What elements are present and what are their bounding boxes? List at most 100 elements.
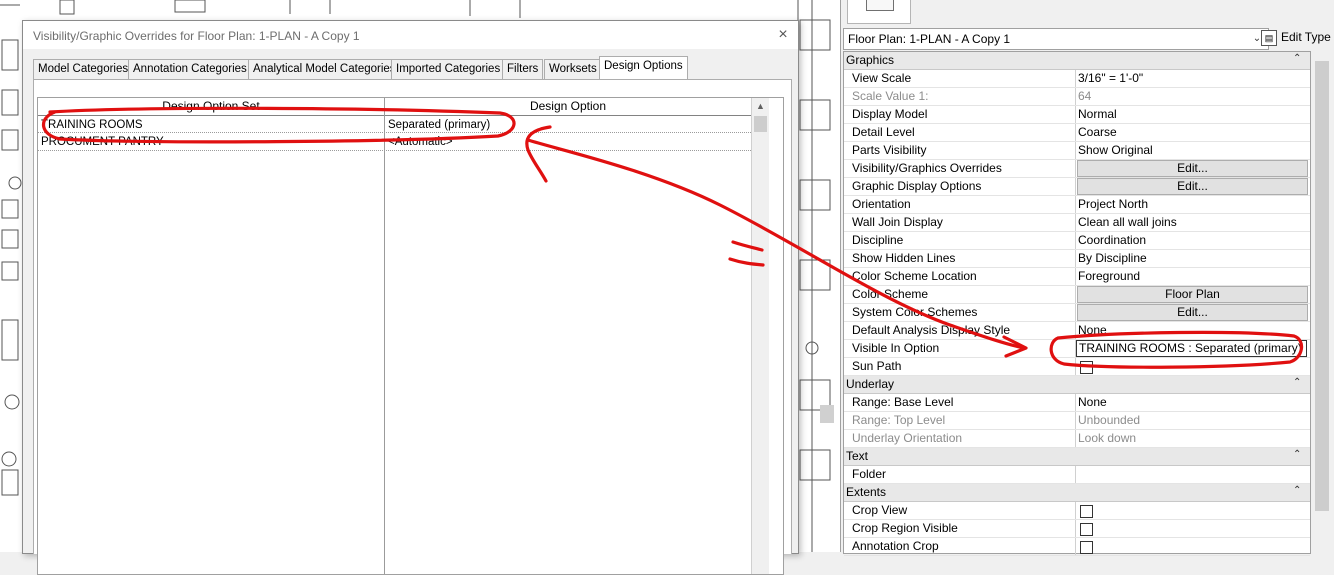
property-name: Detail Level (852, 125, 915, 139)
tab-imported-categories[interactable]: Imported Categories (391, 59, 506, 79)
property-edit-button[interactable]: Edit... (1077, 160, 1308, 177)
property-row-system-color-schemes: System Color Schemes Edit... (844, 304, 1310, 322)
property-edit-button[interactable]: Edit... (1077, 178, 1308, 195)
column-divider (1075, 178, 1076, 195)
column-divider (1075, 358, 1076, 375)
column-divider (1075, 232, 1076, 249)
property-row-discipline: Discipline Coordination (844, 232, 1310, 250)
column-header-design-option[interactable]: Design Option (385, 98, 751, 116)
column-divider (1075, 124, 1076, 141)
property-value[interactable]: 3/16" = 1'-0" (1078, 71, 1143, 85)
property-value[interactable]: None (1078, 323, 1107, 337)
property-value: Look down (1078, 431, 1137, 445)
property-value[interactable]: Coordination (1078, 233, 1146, 247)
property-value[interactable]: None (1078, 395, 1107, 409)
column-divider (1075, 196, 1076, 213)
tab-design-options[interactable]: Design Options (599, 56, 688, 79)
properties-scrollbar[interactable] (1311, 51, 1333, 552)
tab-analytical-model-categories[interactable]: Analytical Model Categories (248, 59, 401, 79)
column-divider (1075, 268, 1076, 285)
table-row-option-cell[interactable]: <Automatic> (388, 134, 748, 151)
collapse-icon[interactable]: ⌃ (1293, 449, 1301, 460)
property-edit-button[interactable]: Edit... (1077, 304, 1308, 321)
property-row-range-base-level: Range: Base Level None (844, 394, 1310, 412)
properties-grid: Graphics ⌃ View Scale 3/16" = 1'-0" Scale Va… (843, 51, 1311, 556)
table-row-option-cell[interactable]: Separated (primary) (388, 117, 748, 134)
property-value[interactable]: By Discipline (1078, 251, 1147, 265)
property-row-annotation-crop: Annotation Crop (844, 538, 1310, 556)
properties-palette: Floor Plan: 1-PLAN - A Copy 1 ⌄ ▤ Edit T… (840, 0, 1334, 556)
column-divider (1075, 538, 1076, 555)
property-name: Scale Value 1: (852, 89, 929, 103)
property-row-underlay-orientation: Underlay Orientation Look down (844, 430, 1310, 448)
property-row-show-hidden-lines: Show Hidden Lines By Discipline (844, 250, 1310, 268)
property-name: View Scale (852, 71, 912, 85)
section-header-extents[interactable]: Extents ⌃ (844, 484, 1310, 502)
property-checkbox[interactable] (1080, 541, 1093, 554)
section-label: Underlay (846, 377, 895, 391)
property-value[interactable]: Clean all wall joins (1078, 215, 1177, 229)
close-icon[interactable]: × (773, 25, 793, 45)
tab-annotation-categories[interactable]: Annotation Categories (128, 59, 252, 79)
property-row-color-scheme-location: Color Scheme Location Foreground (844, 268, 1310, 286)
dialog-titlebar[interactable]: Visibility/Graphic Overrides for Floor P… (23, 21, 798, 49)
property-name: Underlay Orientation (852, 431, 963, 445)
property-value[interactable]: Normal (1078, 107, 1117, 121)
type-selector-dropdown[interactable]: Floor Plan: 1-PLAN - A Copy 1 ⌄ (843, 28, 1269, 50)
tab-model-categories[interactable]: Model Categories (33, 59, 134, 79)
column-divider (1075, 106, 1076, 123)
section-header-underlay[interactable]: Underlay ⌃ (844, 376, 1310, 394)
property-name: Range: Top Level (852, 413, 946, 427)
section-header-text[interactable]: Text ⌃ (844, 448, 1310, 466)
scroll-thumb[interactable] (1315, 61, 1329, 511)
property-name: Wall Join Display (852, 215, 943, 229)
scroll-up-icon[interactable]: ▲ (752, 98, 769, 115)
scroll-thumb[interactable] (754, 116, 767, 132)
property-value[interactable]: Coarse (1078, 125, 1117, 139)
column-divider (1075, 430, 1076, 447)
column-header-design-option-set[interactable]: Design Option Set (38, 98, 384, 116)
property-name: Crop View (852, 503, 908, 517)
property-checkbox[interactable] (1080, 505, 1093, 518)
property-name: Display Model (852, 107, 928, 121)
property-row-view-scale: View Scale 3/16" = 1'-0" (844, 70, 1310, 88)
visibility-graphic-overrides-dialog: Visibility/Graphic Overrides for Floor P… (22, 20, 799, 575)
collapse-icon[interactable]: ⌃ (1293, 485, 1301, 496)
column-divider (384, 98, 385, 574)
edit-type-label: Edit Type (1281, 30, 1331, 44)
tab-filters[interactable]: Filters (502, 59, 544, 79)
collapse-icon[interactable]: ⌃ (1293, 377, 1301, 388)
property-value: Unbounded (1078, 413, 1141, 427)
property-row-display-model: Display Model Normal (844, 106, 1310, 124)
collapse-icon[interactable]: ⌃ (1293, 53, 1301, 64)
table-row-set-cell: PROCUMENT PANTRY (41, 136, 164, 148)
table-row-set-cell: TRAINING ROOMS (41, 119, 143, 131)
column-divider (1075, 70, 1076, 87)
property-name: Orientation (852, 197, 911, 211)
property-checkbox[interactable] (1080, 523, 1093, 536)
tab-worksets[interactable]: Worksets (544, 59, 602, 79)
section-header-graphics[interactable]: Graphics ⌃ (844, 52, 1310, 70)
property-name: Parts Visibility (852, 143, 927, 157)
section-label: Graphics (846, 53, 895, 67)
column-divider (1075, 466, 1076, 483)
type-selector-value: Floor Plan: 1-PLAN - A Copy 1 (848, 32, 1011, 46)
property-value[interactable]: Show Original (1078, 143, 1153, 157)
property-row-detail-level: Detail Level Coarse (844, 124, 1310, 142)
grid-scrollbar[interactable]: ▲ (751, 98, 769, 574)
tab-strip: Model Categories Annotation Categories A… (33, 56, 793, 80)
property-row-crop-view: Crop View (844, 502, 1310, 520)
column-divider (1075, 250, 1076, 267)
edit-type-button[interactable]: ▤ Edit Type (1259, 27, 1334, 49)
column-divider (1075, 520, 1076, 537)
property-value[interactable]: Foreground (1078, 269, 1140, 283)
property-value[interactable]: Project North (1078, 197, 1148, 211)
column-divider (1075, 412, 1076, 429)
property-name: Visible In Option (852, 341, 940, 355)
column-divider (1075, 214, 1076, 231)
property-name: Folder (852, 467, 887, 481)
property-value-field[interactable]: TRAINING ROOMS : Separated (primary) (1076, 340, 1307, 357)
property-checkbox[interactable] (1080, 361, 1093, 374)
property-edit-button[interactable]: Floor Plan (1077, 286, 1308, 303)
property-name: Show Hidden Lines (852, 251, 956, 265)
